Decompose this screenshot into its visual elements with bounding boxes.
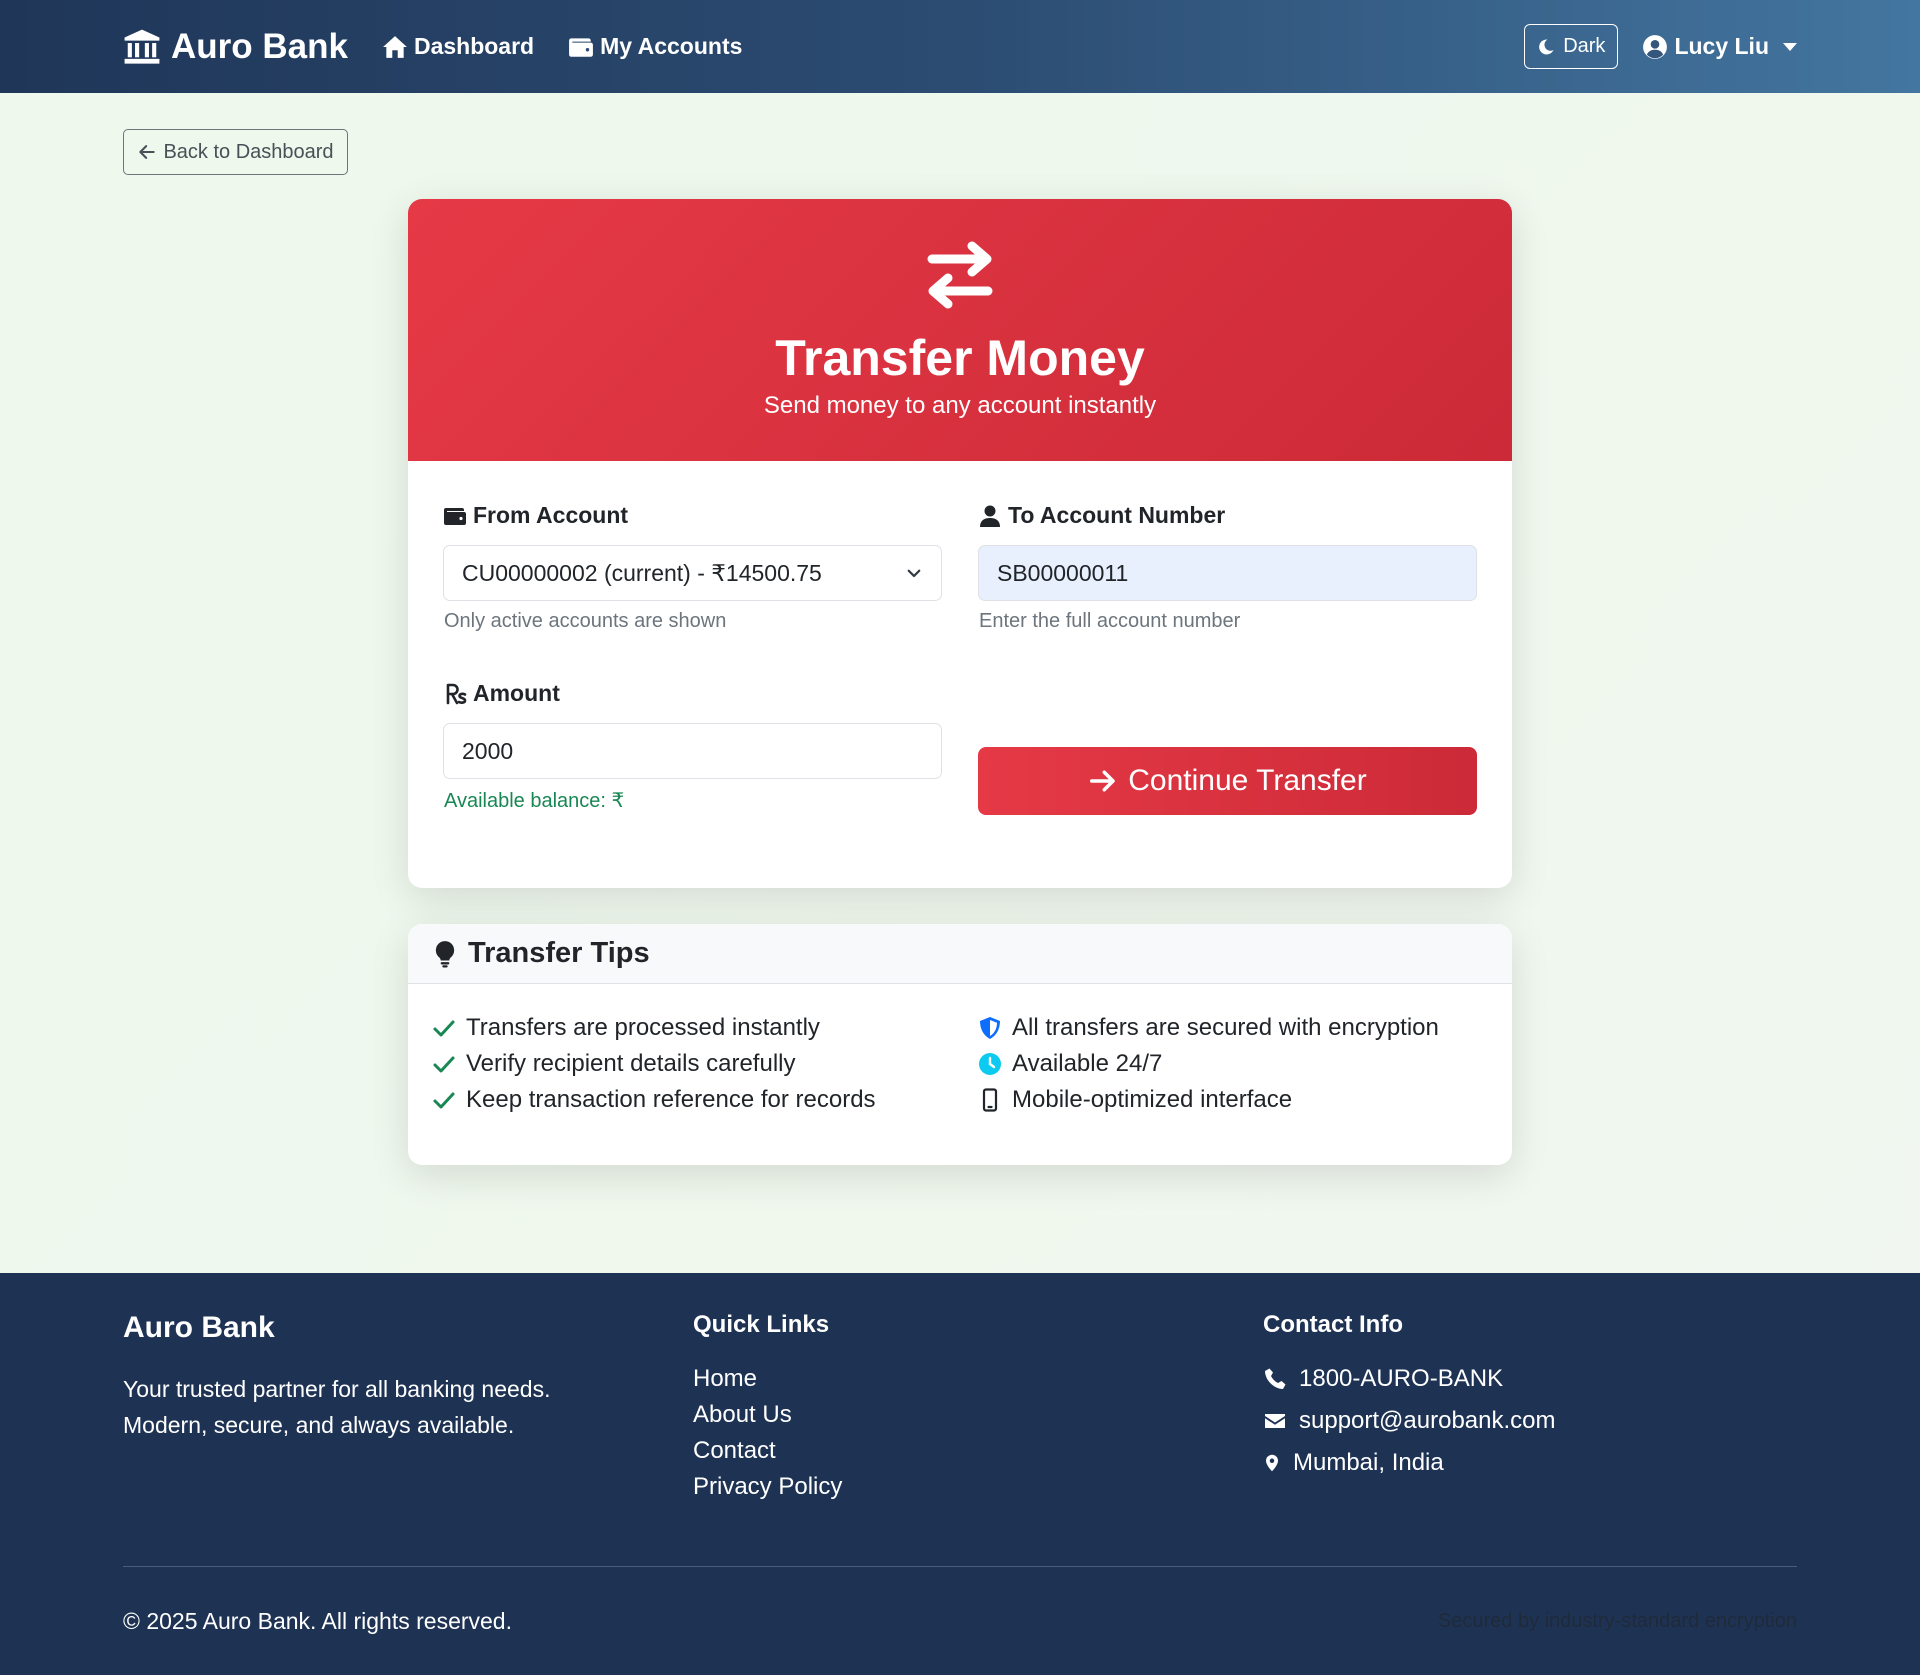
footer-link-about[interactable]: About Us xyxy=(693,1401,792,1429)
user-menu-dropdown[interactable]: Lucy Liu xyxy=(1642,33,1797,60)
chevron-down-icon xyxy=(907,569,921,578)
contact-info-heading: Contact Info xyxy=(1263,1311,1403,1338)
from-account-select[interactable]: CU00000002 (current) - ₹14500.75 xyxy=(443,545,942,601)
home-icon xyxy=(383,35,407,58)
tips-title: Transfer Tips xyxy=(468,937,650,969)
nav-my-accounts[interactable]: My Accounts xyxy=(568,33,742,60)
lightbulb-icon xyxy=(435,940,455,967)
nav-right: Dark Lucy Liu xyxy=(1524,24,1797,69)
tip-item: Mobile-optimized interface xyxy=(978,1086,1292,1114)
available-balance: Available balance: ₹ xyxy=(444,790,625,812)
footer-divider xyxy=(123,1566,1797,1567)
brand-logo[interactable]: Auro Bank xyxy=(123,27,348,67)
tip-text: Transfers are processed instantly xyxy=(466,1014,820,1041)
back-to-dashboard-button[interactable]: Back to Dashboard xyxy=(123,129,348,175)
exchange-arrows-icon xyxy=(927,241,993,309)
navbar: Auro Bank Dashboard My Accounts Dark Luc… xyxy=(0,0,1920,93)
phone-icon xyxy=(1265,1368,1286,1389)
envelope-icon xyxy=(1265,1414,1285,1428)
user-icon xyxy=(980,505,1000,527)
amount-label-text: Amount xyxy=(473,680,560,706)
page-title: Transfer Money xyxy=(775,330,1145,386)
continue-transfer-button[interactable]: Continue Transfer xyxy=(978,747,1477,815)
tip-text: Keep transaction reference for records xyxy=(466,1086,876,1113)
moon-icon xyxy=(1539,38,1554,54)
tip-item: Verify recipient details carefully xyxy=(432,1050,795,1078)
contact-phone-text: 1800-AURO-BANK xyxy=(1299,1365,1504,1392)
copyright: © 2025 Auro Bank. All rights reserved. xyxy=(123,1608,512,1634)
wallet-icon xyxy=(444,507,466,525)
check-icon xyxy=(433,1020,455,1037)
tips-header: Transfer Tips xyxy=(408,924,1512,984)
from-account-help: Only active accounts are shown xyxy=(444,610,727,632)
continue-transfer-label: Continue Transfer xyxy=(1128,764,1367,797)
dark-mode-toggle[interactable]: Dark xyxy=(1524,24,1619,69)
user-circle-icon xyxy=(1643,34,1668,59)
caret-down-icon xyxy=(1783,42,1797,51)
footer-tagline: Your trusted partner for all banking nee… xyxy=(123,1376,551,1438)
tip-item: Transfers are processed instantly xyxy=(432,1014,820,1042)
to-account-help: Enter the full account number xyxy=(979,610,1241,632)
tip-item: Available 24/7 xyxy=(978,1050,1162,1078)
contact-email: support@aurobank.com xyxy=(1263,1407,1556,1435)
shield-icon xyxy=(980,1017,1000,1039)
nav-dashboard[interactable]: Dashboard xyxy=(382,33,534,60)
tip-item: Keep transaction reference for records xyxy=(432,1086,876,1114)
rupee-sign-icon xyxy=(446,683,467,704)
to-account-label: To Account Number xyxy=(978,502,1225,529)
contact-location: Mumbai, India xyxy=(1263,1449,1444,1477)
dark-mode-label: Dark xyxy=(1563,35,1606,57)
transfer-hero: Transfer Money Send money to any account… xyxy=(408,199,1512,461)
from-account-label: From Account xyxy=(443,502,628,529)
footer: Auro Bank Your trusted partner for all b… xyxy=(0,1273,1920,1675)
nav-my-accounts-label: My Accounts xyxy=(600,33,743,59)
clock-icon xyxy=(979,1053,1001,1075)
back-button-label: Back to Dashboard xyxy=(163,140,334,163)
wallet-icon xyxy=(569,37,594,57)
amount-label: Amount xyxy=(443,680,560,707)
tip-text: Mobile-optimized interface xyxy=(1012,1086,1293,1113)
page-subtitle: Send money to any account instantly xyxy=(763,392,1157,419)
amount-input[interactable]: 2000 xyxy=(443,723,942,779)
to-account-value: SB00000011 xyxy=(997,559,1129,586)
quick-links-heading: Quick Links xyxy=(693,1311,830,1338)
footer-link-privacy[interactable]: Privacy Policy xyxy=(693,1473,842,1501)
transfer-card: Transfer Money Send money to any account… xyxy=(408,199,1512,888)
amount-value: 2000 xyxy=(462,737,514,764)
security-note: Secured by industry-standard encryption xyxy=(1437,1610,1797,1632)
tip-text: All transfers are secured with encryptio… xyxy=(1012,1014,1439,1041)
to-account-input[interactable]: SB00000011 xyxy=(978,545,1477,601)
tip-text: Available 24/7 xyxy=(1012,1050,1163,1077)
contact-location-text: Mumbai, India xyxy=(1293,1449,1444,1476)
footer-brand: Auro Bank xyxy=(123,1311,275,1344)
footer-link-contact[interactable]: Contact xyxy=(693,1437,776,1465)
to-account-label-text: To Account Number xyxy=(1008,502,1226,528)
arrow-right-icon xyxy=(1090,770,1116,792)
user-name: Lucy Liu xyxy=(1674,33,1769,59)
from-account-label-text: From Account xyxy=(473,502,629,528)
footer-link-home[interactable]: Home xyxy=(693,1365,757,1393)
contact-email-text[interactable]: support@aurobank.com xyxy=(1299,1407,1556,1435)
contact-phone: 1800-AURO-BANK xyxy=(1263,1365,1503,1393)
check-icon xyxy=(433,1056,455,1073)
bank-icon xyxy=(124,29,160,64)
brand-name: Auro Bank xyxy=(171,26,348,66)
location-pin-icon xyxy=(1266,1454,1278,1472)
transfer-tips-card: Transfer Tips Transfers are processed in… xyxy=(408,924,1512,1165)
check-icon xyxy=(433,1092,455,1109)
mobile-icon xyxy=(982,1088,998,1112)
from-account-value: CU00000002 (current) - ₹14500.75 xyxy=(462,559,822,586)
nav-dashboard-label: Dashboard xyxy=(413,33,535,59)
tip-text: Verify recipient details carefully xyxy=(466,1050,796,1077)
arrow-left-icon xyxy=(139,145,156,159)
tip-item: All transfers are secured with encryptio… xyxy=(978,1014,1439,1042)
